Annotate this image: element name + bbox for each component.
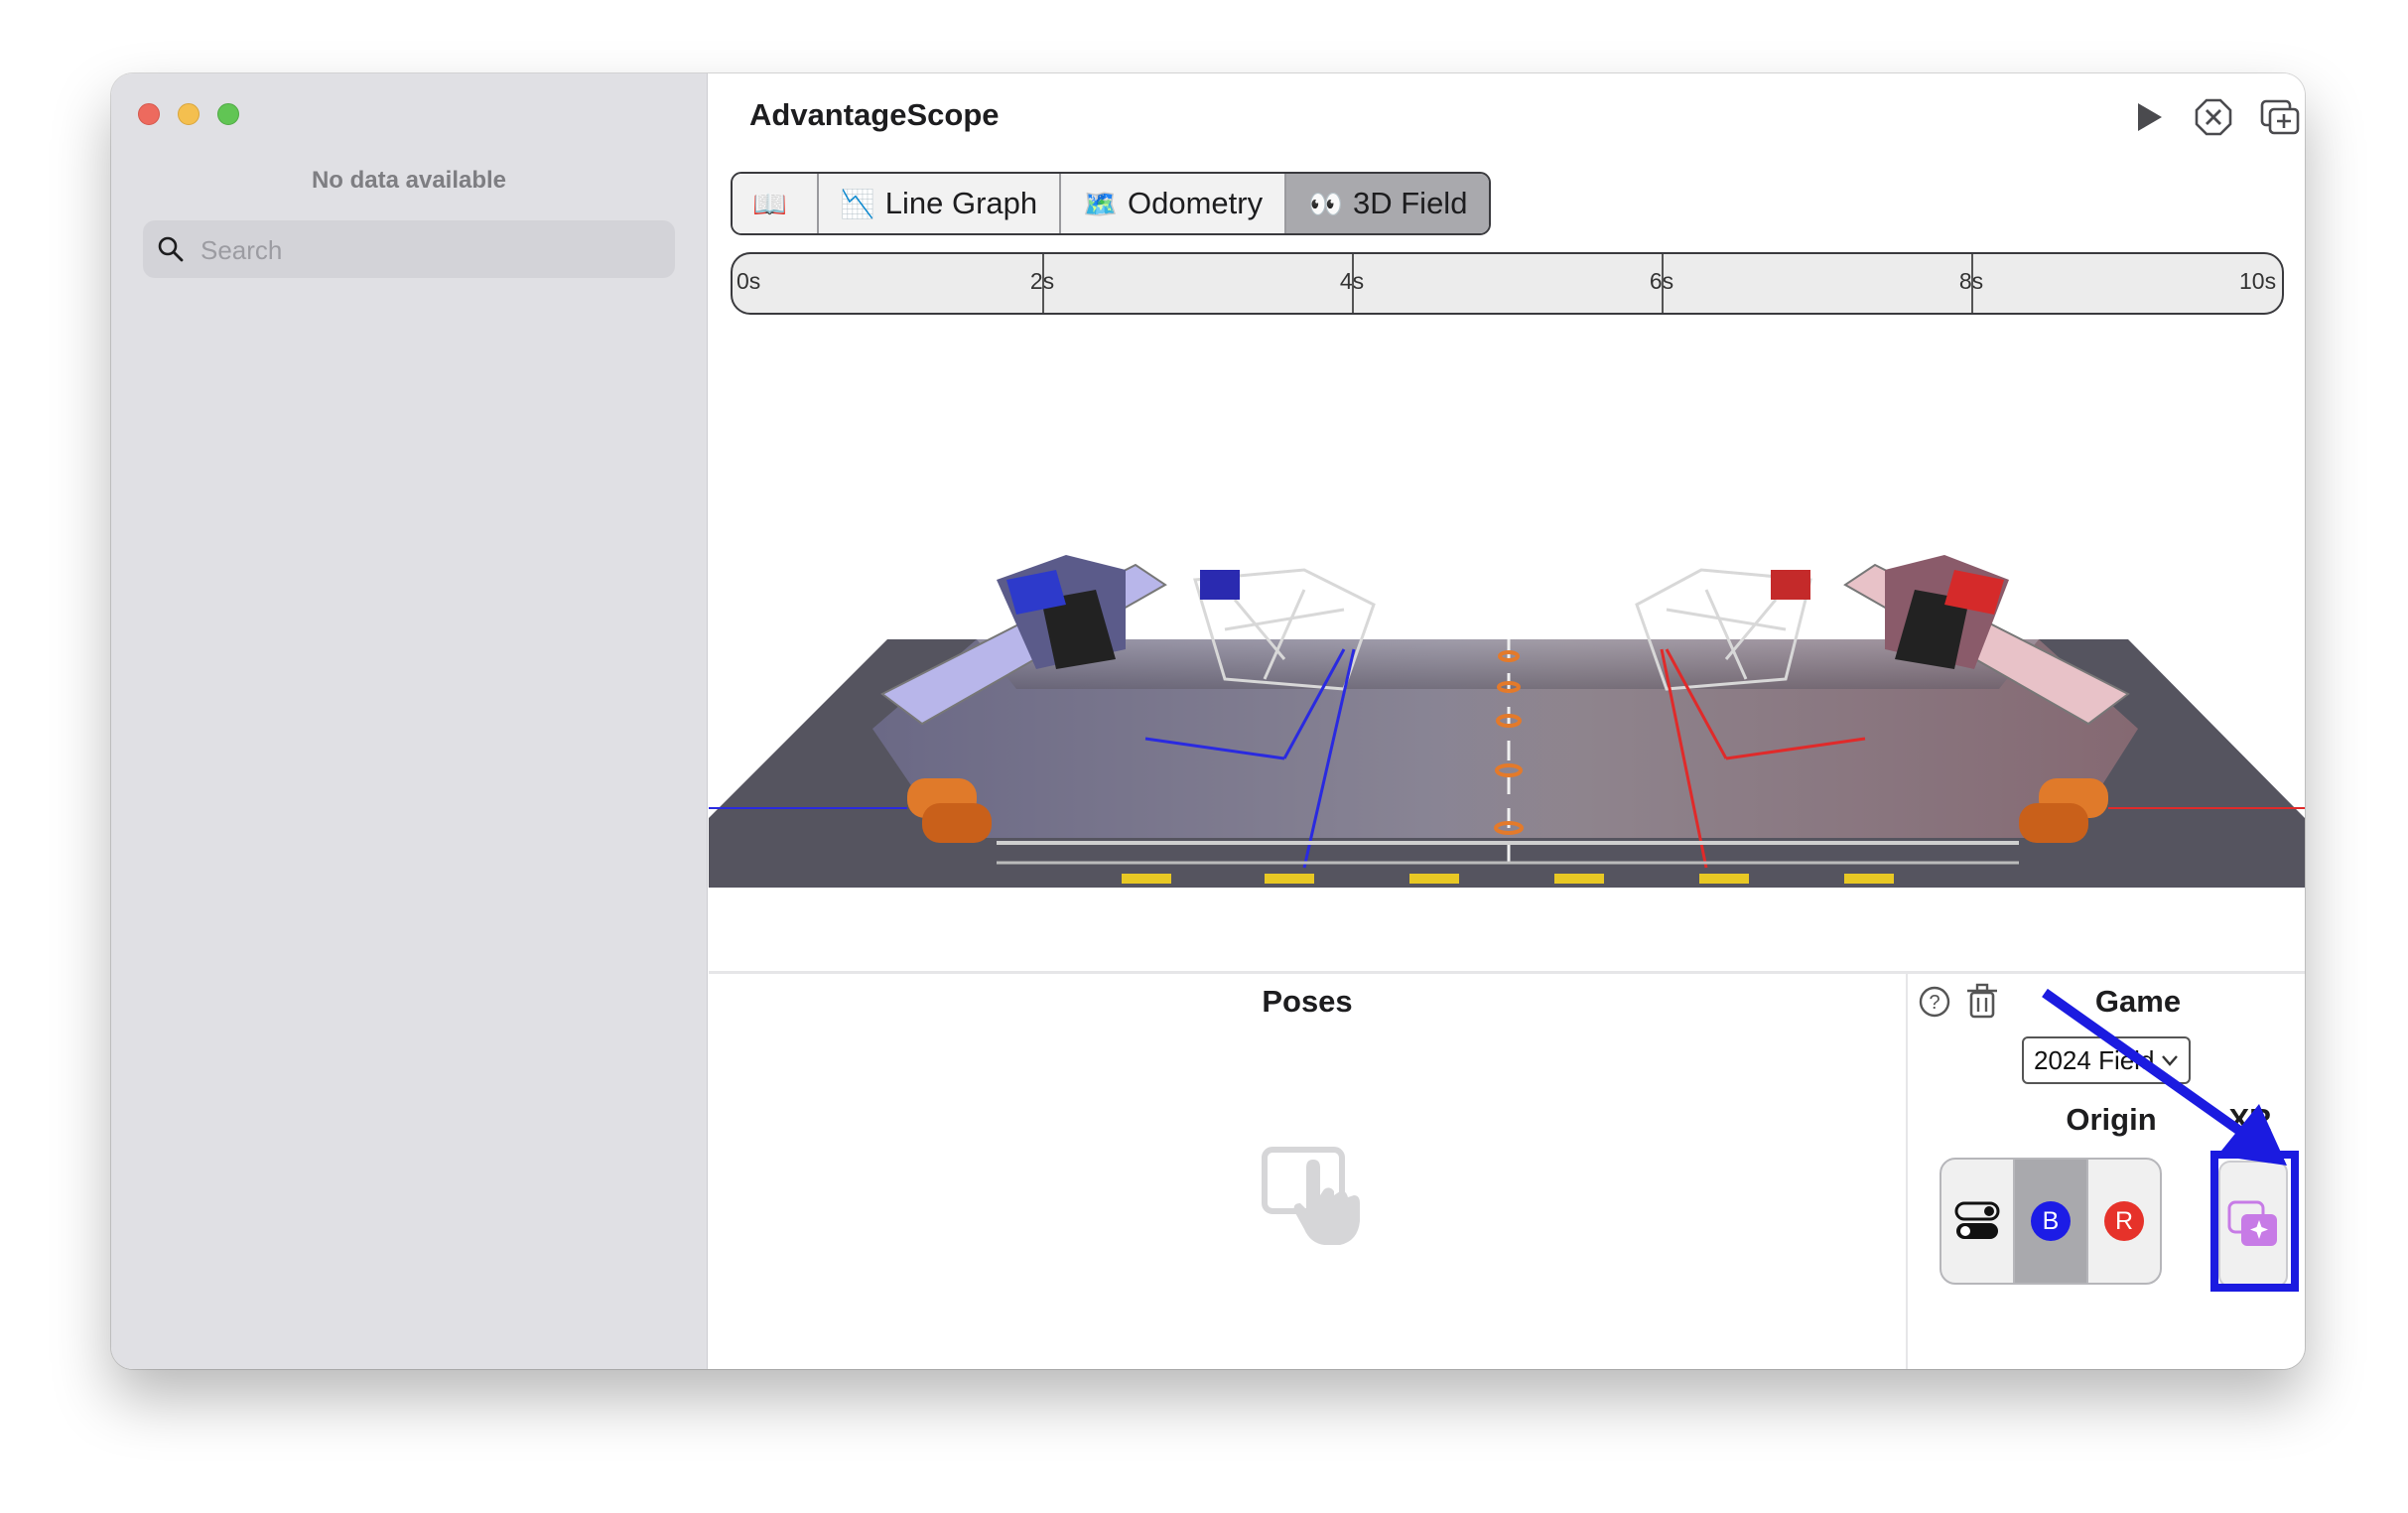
main-panel: AdvantageScope 📖 📉 Line Graph 🗺️ Odometr…: [709, 73, 2305, 1369]
help-icon[interactable]: ?: [1918, 985, 1951, 1019]
play-icon[interactable]: [2128, 97, 2168, 137]
red-origin-badge: R: [2104, 1201, 2144, 1241]
minimize-window-button[interactable]: [178, 103, 200, 125]
settings-divider: [1906, 973, 1908, 1369]
sidebar: No data available Search: [111, 73, 708, 1369]
search-placeholder: Search: [201, 235, 283, 265]
drag-hand-icon: [1262, 1147, 1360, 1245]
search-input[interactable]: Search: [143, 220, 675, 278]
close-circle-icon[interactable]: [2194, 97, 2233, 137]
3d-field-view[interactable]: [709, 510, 2305, 888]
book-icon: 📖: [752, 188, 787, 219]
tab-line-graph[interactable]: 📉 Line Graph: [816, 174, 1060, 233]
tab-odometry[interactable]: 🗺️ Odometry: [1059, 174, 1285, 233]
tab-3d-field[interactable]: 👀 3D Field: [1284, 174, 1490, 233]
close-window-button[interactable]: [138, 103, 160, 125]
search-icon: [158, 236, 184, 262]
tab-label: Line Graph: [884, 186, 1038, 220]
tab-documentation[interactable]: 📖: [733, 174, 817, 233]
blue-origin-badge: B: [2031, 1201, 2071, 1241]
timeline[interactable]: 0s 2s 4s 6s 8s 10s: [731, 252, 2284, 315]
poses-title: Poses: [1262, 984, 1353, 1019]
panel-divider: [709, 971, 2305, 974]
app-window: No data available Search AdvantageScope: [111, 73, 2305, 1369]
chart-down-icon: 📉: [840, 188, 875, 219]
svg-text:?: ?: [1929, 992, 1940, 1014]
eyes-icon: 👀: [1308, 188, 1343, 219]
tab-label: 3D Field: [1353, 186, 1468, 220]
origin-auto-button[interactable]: [1941, 1160, 2013, 1283]
page-title: AdvantageScope: [749, 97, 1000, 132]
zoom-window-button[interactable]: [217, 103, 239, 125]
trash-icon[interactable]: [1965, 983, 1999, 1019]
arrow-annotation-icon: [2042, 988, 2287, 1166]
tab-bar: 📖 📉 Line Graph 🗺️ Odometry 👀 3D Field: [731, 172, 1492, 235]
map-icon: 🗺️: [1083, 188, 1119, 219]
no-data-label: No data available: [311, 167, 507, 194]
tab-label: Odometry: [1128, 186, 1264, 220]
toggle-icon: [1954, 1201, 2000, 1239]
new-window-icon[interactable]: [2260, 97, 2300, 137]
